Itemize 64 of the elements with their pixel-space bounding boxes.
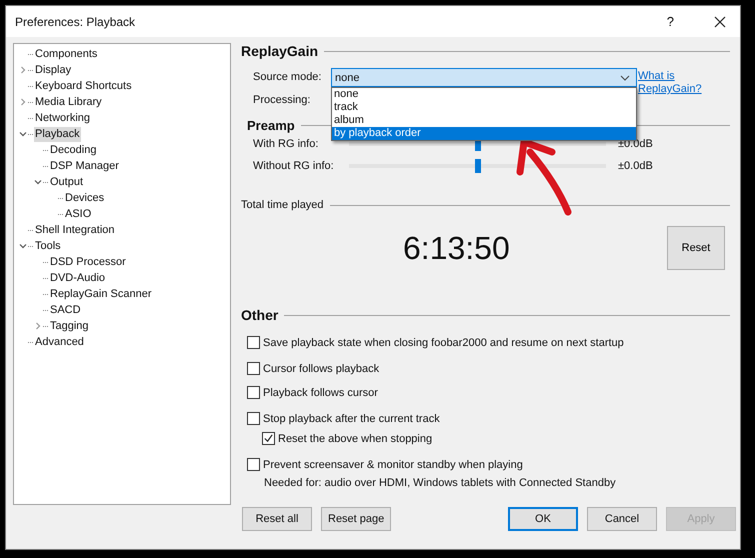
time-played: 6:13:50 bbox=[403, 230, 511, 266]
tree-item[interactable]: ASIO bbox=[64, 206, 92, 222]
tree-item[interactable]: Output bbox=[49, 174, 84, 190]
section-heading: ReplayGain bbox=[241, 43, 318, 59]
checkbox-label: Reset the above when stopping bbox=[278, 432, 432, 444]
expand-chevron-icon[interactable] bbox=[19, 66, 27, 74]
section-heading: Other bbox=[241, 307, 278, 323]
collapse-chevron-icon[interactable] bbox=[34, 178, 42, 186]
checkbox[interactable] bbox=[262, 432, 275, 445]
collapse-chevron-icon[interactable] bbox=[19, 242, 27, 250]
tree-item[interactable]: ReplayGain Scanner bbox=[49, 286, 153, 302]
field-label: Source mode: bbox=[253, 70, 322, 85]
tree-item[interactable]: DVD-Audio bbox=[49, 270, 106, 286]
dropdown-option[interactable]: track bbox=[332, 101, 636, 114]
source-mode-dropdown[interactable]: none bbox=[331, 68, 637, 87]
chevron-down-icon[interactable] bbox=[620, 74, 630, 80]
checkbox[interactable] bbox=[247, 336, 260, 349]
dropdown-option[interactable]: album bbox=[332, 114, 636, 127]
slider-reading: ±0.0dB bbox=[618, 160, 653, 172]
dropdown-option[interactable]: by playback order bbox=[332, 127, 636, 140]
checkbox[interactable] bbox=[247, 412, 260, 425]
slider-label: With RG info: bbox=[253, 138, 320, 150]
dropdown-option[interactable]: none bbox=[332, 88, 636, 101]
reset-button[interactable]: Reset bbox=[667, 226, 725, 270]
slider-label: Without RG info: bbox=[253, 160, 335, 172]
checkbox-label: Stop playback after the current track bbox=[263, 412, 440, 424]
tree-item[interactable]: Devices bbox=[64, 190, 106, 206]
tree-item[interactable]: DSP Manager bbox=[49, 158, 120, 174]
tree-item[interactable]: Decoding bbox=[49, 142, 98, 158]
tree-item[interactable]: Media Library bbox=[34, 94, 103, 110]
tree-item[interactable]: Tools bbox=[34, 238, 62, 254]
checkbox[interactable] bbox=[247, 386, 260, 399]
tree-item[interactable]: Networking bbox=[34, 110, 92, 126]
close-icon[interactable] bbox=[714, 16, 726, 28]
dialog-button[interactable]: Reset all bbox=[242, 507, 312, 531]
field-label: Processing: bbox=[253, 94, 310, 106]
section-heading: Total time played bbox=[241, 199, 324, 211]
help-button[interactable]: ? bbox=[666, 14, 674, 29]
dialog-button[interactable]: Cancel bbox=[587, 507, 657, 531]
expand-chevron-icon[interactable] bbox=[19, 98, 27, 106]
window-title: Preferences: Playback bbox=[15, 14, 136, 28]
checkbox-label: Cursor follows playback bbox=[263, 362, 380, 374]
collapse-chevron-icon[interactable] bbox=[19, 130, 27, 138]
help-link[interactable]: What is ReplayGain? bbox=[638, 70, 704, 110]
tree-item[interactable]: Advanced bbox=[34, 334, 85, 350]
slider-thumb[interactable] bbox=[474, 159, 480, 173]
checkbox[interactable] bbox=[247, 362, 260, 375]
dialog-button[interactable]: Reset page bbox=[321, 507, 392, 531]
dialog-button[interactable]: OK bbox=[508, 507, 578, 531]
tree-item[interactable]: DSD Processor bbox=[49, 254, 127, 270]
tree-item[interactable]: Playback bbox=[34, 126, 81, 142]
tree-item[interactable]: Tagging bbox=[49, 318, 90, 334]
tree-item[interactable]: SACD bbox=[49, 302, 82, 318]
checkbox-label: Save playback state when closing foobar2000 and resume on next startup bbox=[263, 336, 624, 348]
tree-item[interactable]: Components bbox=[34, 46, 98, 62]
expand-chevron-icon[interactable] bbox=[34, 322, 42, 330]
tree-item[interactable]: Keyboard Shortcuts bbox=[34, 78, 133, 94]
tree-item[interactable]: Shell Integration bbox=[34, 222, 116, 238]
checkbox[interactable] bbox=[247, 458, 260, 471]
note-text: Needed for: audio over HDMI, Windows tablets with Connected Standby bbox=[263, 477, 617, 489]
checkbox-label: Prevent screensaver & monitor standby when playing bbox=[263, 458, 523, 470]
tree-item[interactable]: Display bbox=[34, 62, 72, 78]
section-heading: Preamp bbox=[247, 118, 295, 133]
checkbox-label: Playback follows cursor bbox=[263, 386, 378, 398]
